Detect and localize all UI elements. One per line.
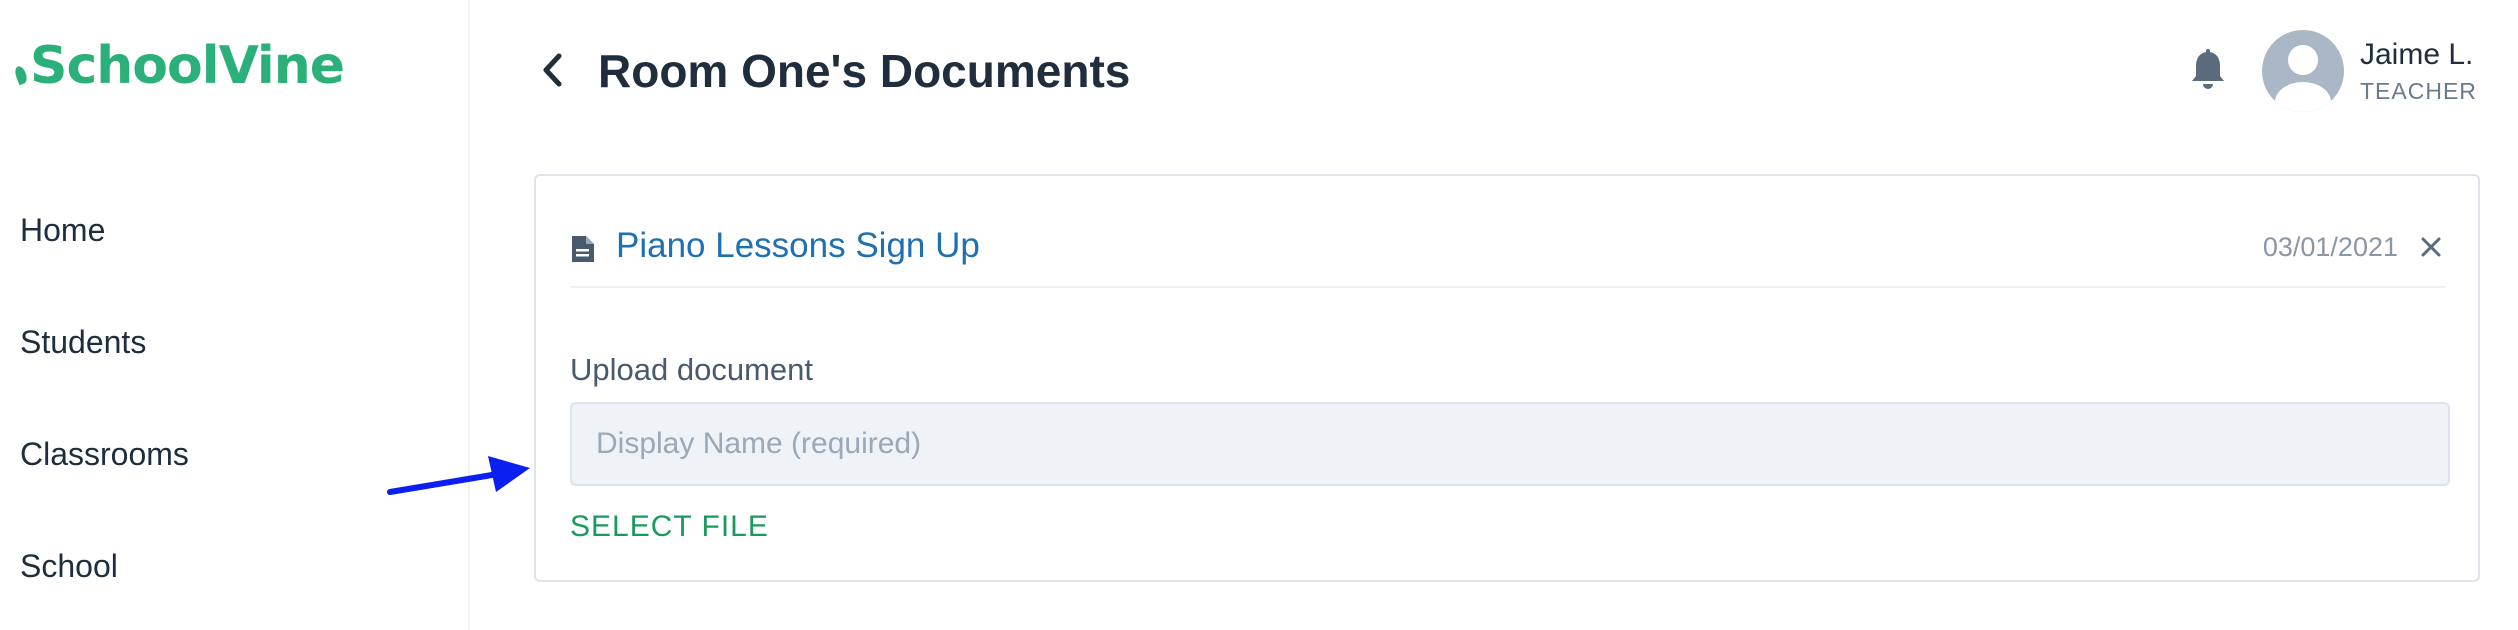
sidebar-item-classrooms[interactable]: Classrooms	[20, 436, 189, 473]
sidebar-item-students[interactable]: Students	[20, 324, 146, 361]
logo-text: SchoolVine	[30, 36, 345, 96]
notifications-button[interactable]	[2188, 48, 2228, 92]
close-icon	[2421, 237, 2441, 257]
page-title: Room One's Documents	[598, 45, 1131, 97]
select-file-button[interactable]: SELECT FILE	[570, 510, 769, 544]
back-button[interactable]	[534, 48, 570, 92]
bell-icon	[2192, 49, 2224, 89]
document-title-link[interactable]: Piano Lessons Sign Up	[616, 226, 980, 266]
schoolvine-logo[interactable]: SchoolVine	[13, 36, 345, 96]
user-avatar[interactable]	[2262, 30, 2344, 112]
chevron-left-icon	[543, 53, 562, 87]
upload-document-label: Upload document	[570, 352, 813, 387]
display-name-input[interactable]	[570, 402, 2450, 486]
close-document-button[interactable]	[2416, 230, 2446, 264]
leaf-icon	[13, 64, 29, 86]
annotation-arrow-icon	[387, 456, 530, 495]
document-date: 03/01/2021	[2262, 232, 2398, 262]
document-row: Piano Lessons Sign Up 03/01/2021	[570, 216, 2446, 288]
user-avatar-icon	[2275, 45, 2331, 112]
sidebar-item-school[interactable]: School	[20, 548, 118, 585]
user-name[interactable]: Jaime L.	[2360, 38, 2473, 72]
document-card: Piano Lessons Sign Up 03/01/2021 Upload …	[534, 174, 2480, 582]
document-icon	[572, 236, 594, 262]
sidebar-item-home[interactable]: Home	[20, 212, 105, 249]
user-role: TEACHER	[2360, 78, 2477, 104]
app-root: SchoolVine Home Students Classrooms Scho…	[0, 0, 2518, 630]
sidebar: SchoolVine Home Students Classrooms Scho…	[0, 0, 470, 630]
